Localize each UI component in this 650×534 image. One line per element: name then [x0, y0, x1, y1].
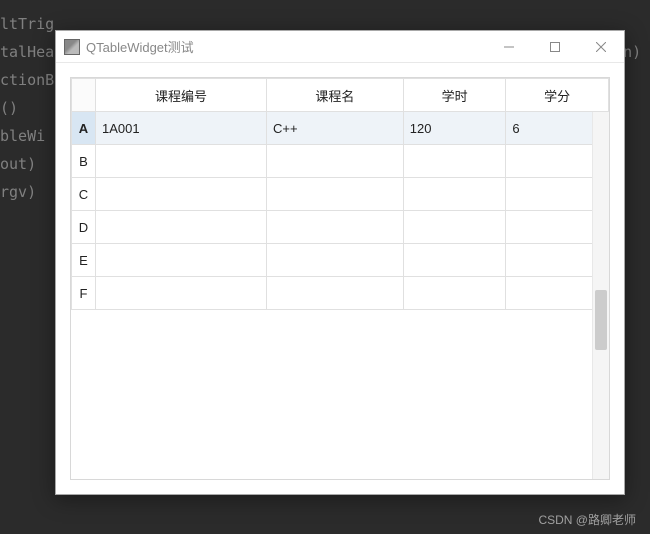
table-cell[interactable]: [403, 145, 506, 178]
vertical-scrollbar[interactable]: [592, 112, 609, 479]
column-header[interactable]: 课程编号: [96, 79, 267, 112]
table-cell[interactable]: 120: [403, 112, 506, 145]
table-cell[interactable]: [266, 178, 403, 211]
table-cell[interactable]: [266, 211, 403, 244]
table-cell[interactable]: [403, 277, 506, 310]
table-cell[interactable]: [96, 178, 267, 211]
table-cell[interactable]: [266, 277, 403, 310]
close-button[interactable]: [578, 31, 624, 63]
table-cell[interactable]: [403, 244, 506, 277]
table-cell[interactable]: [96, 277, 267, 310]
table-corner[interactable]: [72, 79, 96, 112]
data-table[interactable]: 课程编号 课程名 学时 学分 A1A001C++1206BCDEF: [71, 78, 609, 310]
table-cell[interactable]: [96, 211, 267, 244]
column-header[interactable]: 学分: [506, 79, 609, 112]
watermark-text: CSDN @路卿老师: [538, 511, 636, 528]
table-row[interactable]: A1A001C++1206: [72, 112, 609, 145]
row-header[interactable]: E: [72, 244, 96, 277]
table-row[interactable]: B: [72, 145, 609, 178]
table-row[interactable]: E: [72, 244, 609, 277]
maximize-button[interactable]: [532, 31, 578, 63]
window-title: QTableWidget测试: [86, 37, 486, 56]
row-header[interactable]: A: [72, 112, 96, 145]
table-row[interactable]: C: [72, 178, 609, 211]
window-titlebar[interactable]: QTableWidget测试: [56, 31, 624, 63]
column-header[interactable]: 学时: [403, 79, 506, 112]
table-widget[interactable]: 课程编号 课程名 学时 学分 A1A001C++1206BCDEF: [70, 77, 610, 480]
table-cell[interactable]: [403, 211, 506, 244]
table-cell[interactable]: [266, 145, 403, 178]
minimize-button[interactable]: [486, 31, 532, 63]
table-cell[interactable]: [403, 178, 506, 211]
scrollbar-thumb[interactable]: [595, 290, 607, 350]
table-cell[interactable]: [266, 244, 403, 277]
table-row[interactable]: D: [72, 211, 609, 244]
app-window: QTableWidget测试 课程编号 课程名 学时 学分: [55, 30, 625, 495]
row-header[interactable]: C: [72, 178, 96, 211]
app-icon: [64, 39, 80, 55]
table-cell[interactable]: [96, 145, 267, 178]
table-row[interactable]: F: [72, 277, 609, 310]
table-cell[interactable]: [96, 244, 267, 277]
row-header[interactable]: B: [72, 145, 96, 178]
table-cell[interactable]: 1A001: [96, 112, 267, 145]
table-cell[interactable]: C++: [266, 112, 403, 145]
row-header[interactable]: D: [72, 211, 96, 244]
column-header[interactable]: 课程名: [266, 79, 403, 112]
row-header[interactable]: F: [72, 277, 96, 310]
window-client-area: 课程编号 课程名 学时 学分 A1A001C++1206BCDEF: [56, 63, 624, 494]
